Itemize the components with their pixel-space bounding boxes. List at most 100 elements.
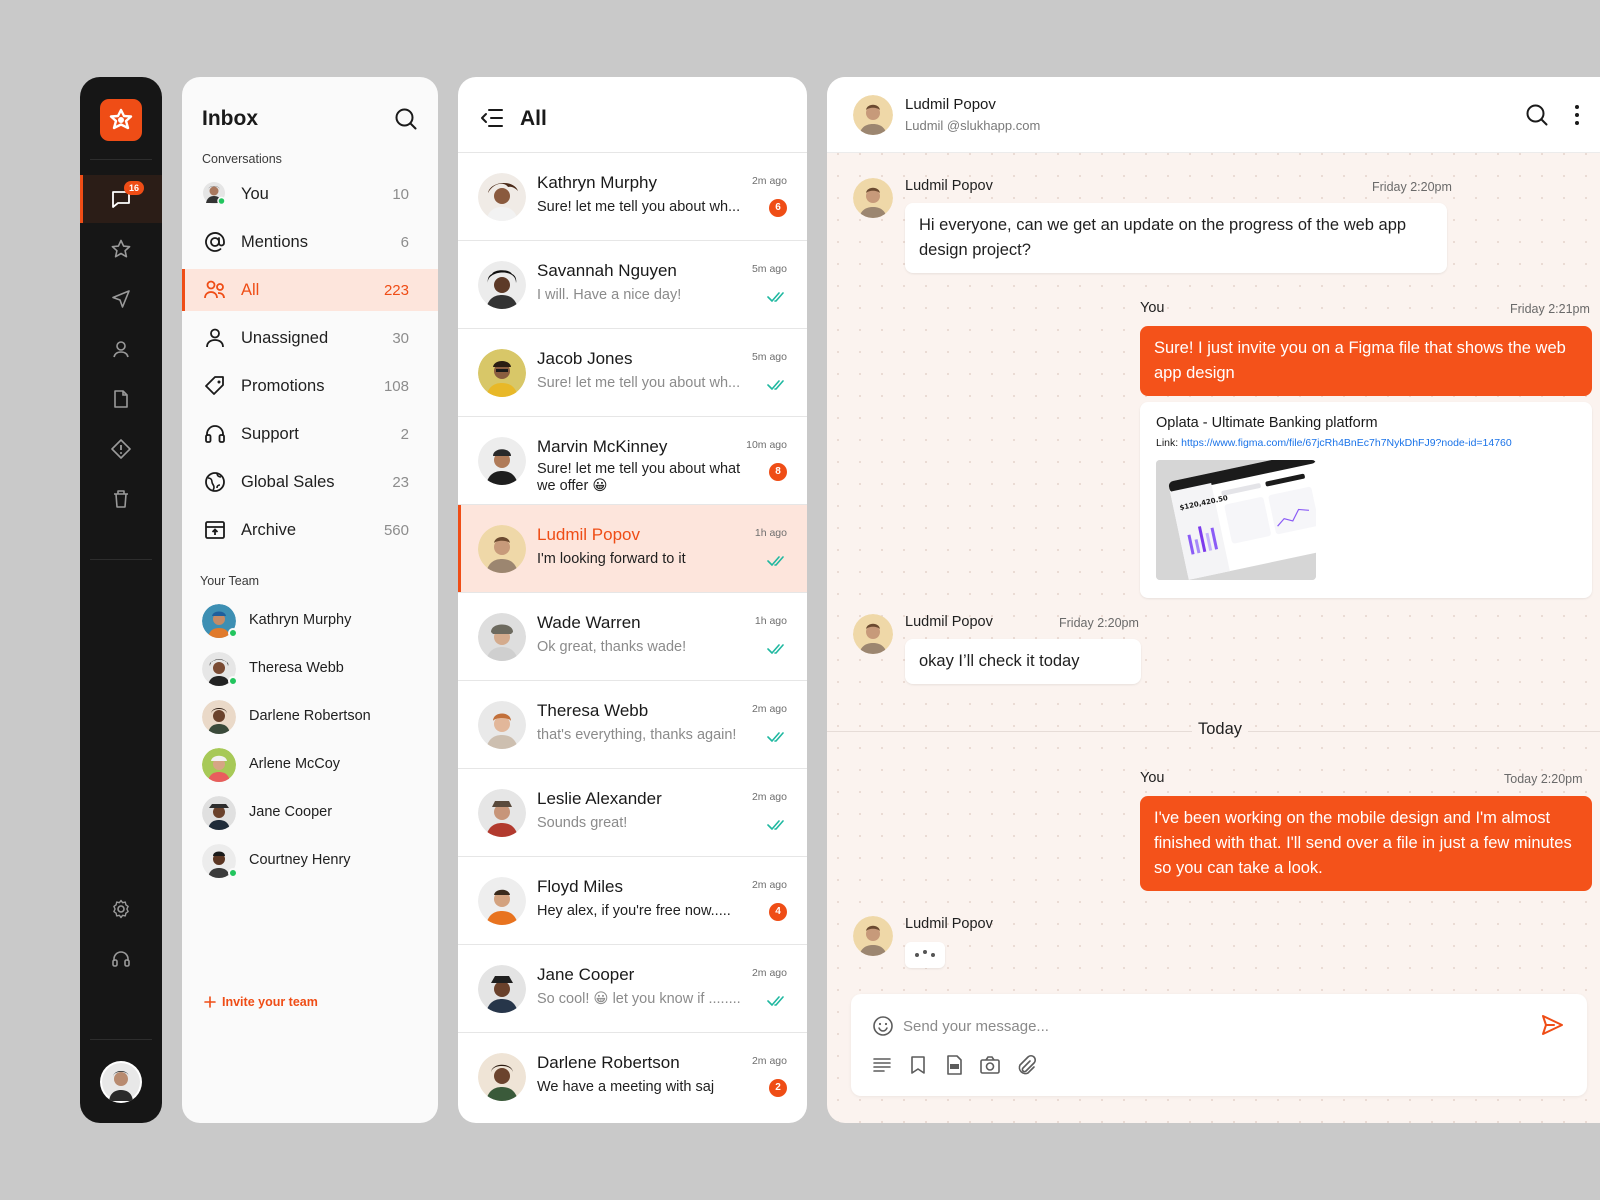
chat-more-button[interactable] bbox=[1571, 101, 1583, 129]
at-icon bbox=[202, 229, 228, 255]
conversation-item-selected[interactable]: Ludmil Popov 1h ago I'm looking forward … bbox=[458, 505, 807, 593]
message-bubble: I've been working on the mobile design a… bbox=[1140, 796, 1592, 891]
conversation-item[interactable]: Leslie Alexander 2m ago Sounds great! bbox=[458, 769, 807, 857]
conversation-preview: Sure! let me tell you about what we offe… bbox=[537, 461, 741, 494]
team-member[interactable]: Kathryn Murphy bbox=[182, 600, 438, 640]
conversation-item[interactable]: Jane Cooper 2m ago So cool! 😀 let you kn… bbox=[458, 945, 807, 1033]
inbox-title: Inbox bbox=[202, 107, 258, 130]
inbox-item-count: 223 bbox=[383, 281, 409, 299]
conversation-name: Wade Warren bbox=[537, 613, 641, 632]
inbox-item-label: Mentions bbox=[241, 232, 308, 251]
avatar bbox=[853, 916, 893, 956]
team-member[interactable]: Jane Cooper bbox=[182, 792, 438, 832]
message-time: Friday 2:20pm bbox=[1059, 616, 1139, 630]
conversation-item[interactable]: Wade Warren 1h ago Ok great, thanks wade… bbox=[458, 593, 807, 681]
contact-avatar[interactable] bbox=[853, 95, 893, 135]
team-member-name: Jane Cooper bbox=[249, 804, 333, 820]
link-preview-card[interactable]: Oplata - Ultimate Banking platform Link:… bbox=[1140, 402, 1592, 598]
avatar bbox=[202, 700, 236, 734]
user-avatar-icon bbox=[203, 182, 226, 206]
emoji-icon[interactable] bbox=[871, 1014, 895, 1038]
avatar bbox=[478, 261, 526, 309]
conversation-name: Kathryn Murphy bbox=[537, 173, 657, 192]
conversation-item[interactable]: Kathryn Murphy 2m ago Sure! let me tell … bbox=[458, 153, 807, 241]
chat-search-button[interactable] bbox=[1523, 101, 1551, 129]
conversation-item[interactable]: Marvin McKinney 10m ago Sure! let me tel… bbox=[458, 417, 807, 505]
contact-name: Ludmil Popov bbox=[905, 96, 996, 113]
conversation-item[interactable]: Darlene Robertson 2m ago We have a meeti… bbox=[458, 1033, 807, 1121]
inbox-item-label: Promotions bbox=[241, 376, 325, 395]
read-check-icon bbox=[767, 556, 784, 566]
collapse-menu-button[interactable] bbox=[480, 107, 504, 129]
conversation-item[interactable]: Floyd Miles 2m ago Hey alex, if you're f… bbox=[458, 857, 807, 945]
inbox-search-button[interactable] bbox=[392, 105, 420, 133]
team-member[interactable]: Courtney Henry bbox=[182, 840, 438, 880]
rail-trash[interactable] bbox=[80, 475, 162, 523]
rail-contacts[interactable] bbox=[80, 325, 162, 373]
star-icon bbox=[111, 239, 131, 258]
avatar bbox=[478, 525, 526, 573]
conversation-item[interactable]: Theresa Webb 2m ago that's everything, t… bbox=[458, 681, 807, 769]
send-icon[interactable] bbox=[1539, 1012, 1565, 1038]
conversation-preview: Sure! let me tell you about wh... bbox=[537, 199, 741, 215]
invite-label: Invite your team bbox=[222, 995, 318, 1009]
rail-alerts[interactable] bbox=[80, 425, 162, 473]
rail-divider bbox=[90, 1039, 152, 1040]
conversation-name: Marvin McKinney bbox=[537, 437, 668, 456]
current-user-avatar[interactable] bbox=[100, 1061, 142, 1103]
invite-team-link[interactable]: Invite your team bbox=[204, 995, 318, 1009]
link-thumbnail[interactable]: $120,420.50 bbox=[1156, 460, 1316, 580]
inbox-item-mentions[interactable]: Mentions 6 bbox=[182, 221, 438, 263]
text-format-icon[interactable] bbox=[871, 1054, 893, 1076]
gif-icon[interactable] bbox=[943, 1054, 965, 1076]
headset-icon bbox=[112, 951, 130, 967]
message-sender: Ludmil Popov bbox=[905, 614, 993, 630]
team-member[interactable]: Arlene McCoy bbox=[182, 744, 438, 784]
message-time: Friday 2:21pm bbox=[1510, 302, 1590, 316]
read-check-icon bbox=[767, 820, 784, 830]
team-member-name: Darlene Robertson bbox=[249, 708, 371, 724]
message-time: Friday 2:20pm bbox=[1372, 180, 1452, 194]
rail-sent[interactable] bbox=[80, 275, 162, 323]
conversation-name: Darlene Robertson bbox=[537, 1053, 680, 1072]
avatar bbox=[853, 178, 893, 218]
message-bubble: Sure! I just invite you on a Figma file … bbox=[1140, 326, 1592, 396]
inbox-item-support[interactable]: Support 2 bbox=[182, 413, 438, 455]
conversation-item[interactable]: Jacob Jones 5m ago Sure! let me tell you… bbox=[458, 329, 807, 417]
app-logo[interactable] bbox=[100, 99, 142, 141]
team-member[interactable]: Darlene Robertson bbox=[182, 696, 438, 736]
conversation-preview: Ok great, thanks wade! bbox=[537, 639, 687, 655]
paperclip-icon[interactable] bbox=[1015, 1054, 1037, 1076]
read-check-icon bbox=[767, 732, 784, 742]
inbox-item-global-sales[interactable]: Global Sales 23 bbox=[182, 461, 438, 503]
link-url[interactable]: https://www.figma.com/file/67jcRh4BnEc7h… bbox=[1181, 437, 1512, 449]
conversation-item[interactable]: Savannah Nguyen 5m ago I will. Have a ni… bbox=[458, 241, 807, 329]
rail-chat[interactable]: 16 bbox=[80, 175, 162, 223]
rail-settings[interactable] bbox=[80, 885, 162, 933]
message-bubble: Hi everyone, can we get an update on the… bbox=[905, 203, 1447, 273]
conversation-name: Savannah Nguyen bbox=[537, 261, 677, 280]
rail-documents[interactable] bbox=[80, 375, 162, 423]
inbox-item-archive[interactable]: Archive 560 bbox=[182, 509, 438, 551]
rail-support[interactable] bbox=[80, 935, 162, 983]
rail-starred[interactable] bbox=[80, 225, 162, 273]
message-input[interactable] bbox=[903, 1014, 1503, 1038]
conversation-preview: I will. Have a nice day! bbox=[537, 287, 682, 303]
inbox-item-unassigned[interactable]: Unassigned 30 bbox=[182, 317, 438, 359]
avatar bbox=[478, 437, 526, 485]
inbox-item-promotions[interactable]: Promotions 108 bbox=[182, 365, 438, 407]
message-composer bbox=[851, 994, 1587, 1096]
avatar bbox=[478, 1053, 526, 1101]
conversations-heading: Conversations bbox=[202, 152, 282, 166]
conversation-time: 2m ago bbox=[751, 703, 787, 715]
inbox-item-all[interactable]: All 223 bbox=[182, 269, 438, 311]
list-header: All bbox=[458, 77, 807, 153]
inbox-item-count: 108 bbox=[383, 377, 409, 395]
inbox-item-you[interactable]: You 10 bbox=[182, 173, 438, 215]
conversation-preview: Sounds great! bbox=[537, 815, 628, 831]
camera-icon[interactable] bbox=[979, 1054, 1001, 1076]
bookmark-icon[interactable] bbox=[907, 1054, 929, 1076]
team-member[interactable]: Theresa Webb bbox=[182, 648, 438, 688]
conversation-preview: that's everything, thanks again! bbox=[537, 727, 737, 743]
inbox-panel: Inbox Conversations You 10 Mentions 6 Al… bbox=[182, 77, 438, 1123]
